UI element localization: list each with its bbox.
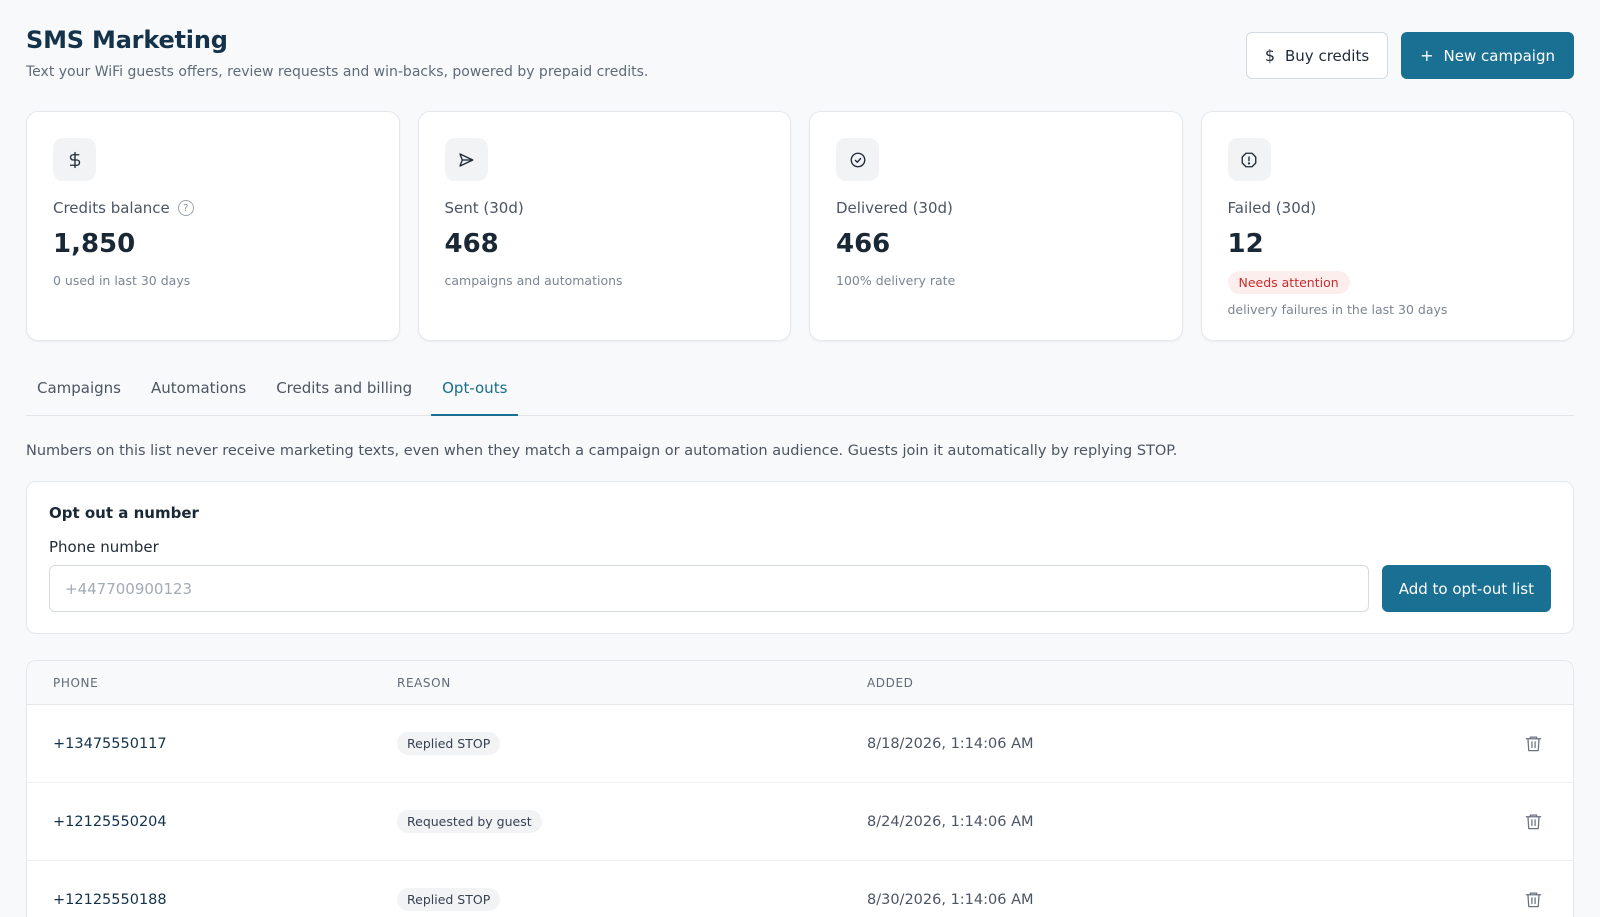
send-icon: [444, 138, 488, 181]
trash-icon: [1525, 736, 1541, 752]
row-reason: Replied STOP: [397, 888, 867, 911]
help-icon[interactable]: ?: [177, 200, 194, 216]
stat-card-sent: Sent (30d) 468 campaigns and automations: [417, 111, 791, 341]
delete-button[interactable]: [1518, 729, 1548, 759]
stat-note: delivery failures in the last 30 days: [1227, 302, 1448, 317]
tab-credits-billing[interactable]: Credits and billing: [265, 367, 423, 416]
row-phone: +12125550188: [53, 891, 167, 908]
row-added: 8/18/2026, 1:14:06 AM: [867, 735, 1034, 752]
add-to-opt-out-button[interactable]: Add to opt-out list: [1381, 565, 1551, 612]
stat-label: Sent (30d): [444, 199, 524, 217]
tab-campaigns[interactable]: Campaigns: [26, 367, 132, 416]
stat-value: 12: [1227, 229, 1264, 259]
tab-automations[interactable]: Automations: [140, 367, 257, 416]
alert-icon: [1227, 138, 1271, 181]
stat-note: campaigns and automations: [444, 273, 623, 288]
status-badge: Needs attention: [1227, 271, 1350, 294]
phone-number-input[interactable]: [49, 565, 1369, 612]
trash-icon: [1525, 892, 1541, 908]
form-row: Add to opt-out list: [49, 565, 1551, 612]
new-campaign-button[interactable]: + New campaign: [1401, 32, 1574, 79]
page-header: SMS Marketing Text your WiFi guests offe…: [26, 26, 1574, 86]
row-reason: Requested by guest: [397, 810, 867, 833]
stat-label: Failed (30d): [1227, 199, 1317, 217]
table-row: +13475550117 Replied STOP 8/18/2026, 1:1…: [27, 705, 1573, 783]
tab-opt-outs[interactable]: Opt-outs: [431, 367, 519, 416]
row-added: 8/24/2026, 1:14:06 AM: [867, 813, 1034, 830]
delete-button[interactable]: [1518, 885, 1548, 915]
row-phone: +12125550204: [53, 813, 167, 830]
table-header: PHONE REASON ADDED: [27, 661, 1573, 705]
phone-number-label: Phone number: [49, 538, 159, 556]
column-header-added: ADDED: [867, 675, 914, 690]
opt-out-intro: Numbers on this list never receive marke…: [26, 443, 1178, 459]
opt-out-table: PHONE REASON ADDED +13475550117 Replied …: [26, 660, 1574, 917]
column-header-reason: REASON: [397, 675, 451, 690]
stat-label: Credits balance ?: [53, 199, 373, 217]
plus-icon: +: [1420, 46, 1434, 65]
buy-credits-button[interactable]: $ Buy credits: [1245, 32, 1389, 79]
trash-icon: [1525, 814, 1541, 830]
stats-row: Credits balance ? 1,850 0 used in last 3…: [26, 111, 1574, 341]
stat-value: 468: [444, 229, 499, 259]
reason-badge: Replied STOP: [397, 732, 501, 755]
header-actions: $ Buy credits + New campaign: [1245, 32, 1574, 79]
stat-value: 1,850: [53, 229, 136, 259]
opt-out-form-card: Opt out a number Phone number Add to opt…: [26, 481, 1574, 634]
stat-label: Delivered (30d): [836, 199, 953, 217]
stat-label-text: Credits balance: [53, 199, 170, 217]
dollar-icon: $: [1264, 46, 1275, 65]
stat-value: 466: [836, 229, 891, 259]
dollar-icon: [53, 138, 96, 181]
sms-marketing-page: SMS Marketing Text your WiFi guests offe…: [0, 0, 1600, 917]
row-actions: [1493, 729, 1573, 759]
stat-note: 100% delivery rate: [836, 273, 956, 288]
form-title: Opt out a number: [49, 504, 199, 522]
reason-badge: Replied STOP: [397, 888, 501, 911]
delete-button[interactable]: [1518, 807, 1548, 837]
row-added: 8/30/2026, 1:14:06 AM: [867, 891, 1034, 908]
row-actions: [1493, 885, 1573, 915]
new-campaign-label: New campaign: [1443, 46, 1555, 65]
row-actions: [1493, 807, 1573, 837]
stat-note: 0 used in last 30 days: [53, 273, 191, 288]
stat-card-credits: Credits balance ? 1,850 0 used in last 3…: [26, 111, 400, 341]
reason-badge: Requested by guest: [397, 810, 542, 833]
column-header-phone: PHONE: [53, 675, 99, 690]
stat-card-delivered: Delivered (30d) 466 100% delivery rate: [809, 111, 1183, 341]
stat-card-failed: Failed (30d) 12 Needs attention delivery…: [1200, 111, 1574, 341]
row-phone: +13475550117: [53, 735, 167, 752]
tab-bar: Campaigns Automations Credits and billin…: [26, 367, 1574, 416]
check-circle-icon: [836, 138, 879, 181]
table-row: +12125550188 Replied STOP 8/30/2026, 1:1…: [27, 861, 1573, 917]
buy-credits-label: Buy credits: [1285, 46, 1370, 65]
row-reason: Replied STOP: [397, 732, 867, 755]
table-row: +12125550204 Requested by guest 8/24/202…: [27, 783, 1573, 861]
